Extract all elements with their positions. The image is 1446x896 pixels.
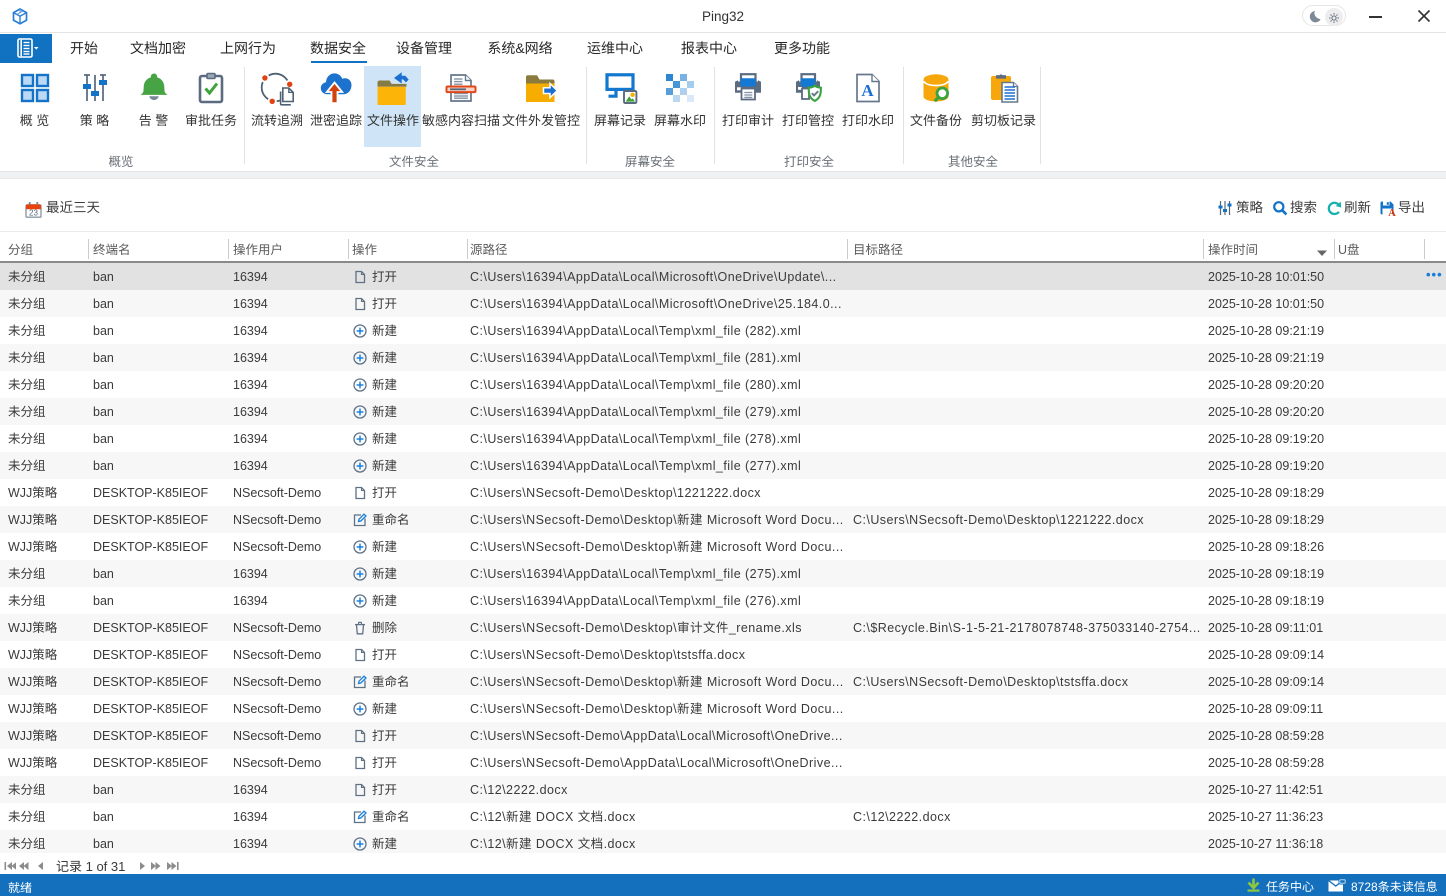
svg-text:23: 23 — [29, 209, 38, 218]
svg-text:A: A — [861, 81, 874, 100]
svg-text:A: A — [1388, 208, 1396, 216]
